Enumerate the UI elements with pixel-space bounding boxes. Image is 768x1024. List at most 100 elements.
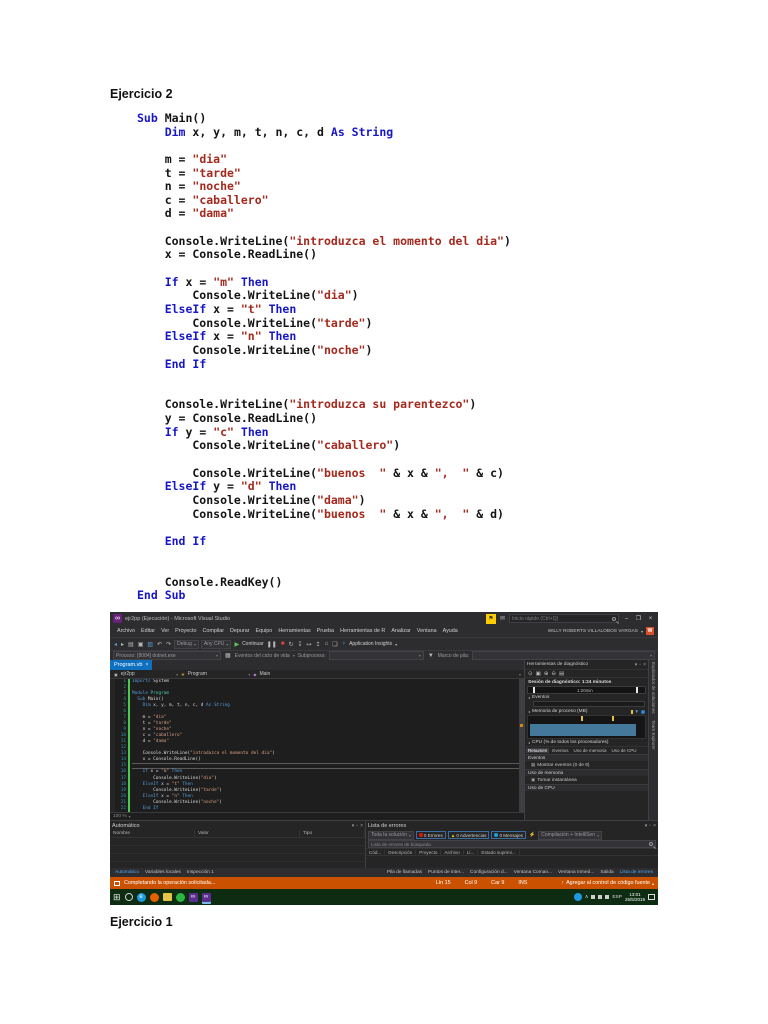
subprocess-dropdown[interactable]: ▾: [328, 651, 424, 660]
application-insights-button[interactable]: Application Insights: [349, 641, 392, 647]
menu-item[interactable]: Ver: [158, 628, 172, 634]
menu-item[interactable]: Analizar: [388, 628, 413, 634]
navigate-back-icon[interactable]: ◂: [113, 641, 118, 648]
source-control-button[interactable]: Agregar al control de código fuente: [566, 880, 650, 886]
column-header[interactable]: Estado suprimi...: [478, 849, 520, 855]
messages-filter-button[interactable]: 0 Mensajes: [491, 831, 526, 839]
restore-button[interactable]: ❒: [634, 615, 643, 622]
memory-section-header[interactable]: ◂ Memoria de proceso (MB) ▼: [525, 708, 648, 715]
user-account[interactable]: WILLY ROBERTS VILLALOBOS VARGAS ▾ W: [548, 627, 654, 635]
menu-item[interactable]: Equipo: [253, 628, 276, 634]
process-dropdown[interactable]: Proceso: [8084] dotnet.exe ▾: [113, 651, 221, 660]
menu-item[interactable]: Ayuda: [440, 628, 461, 634]
lifecycle-events-dropdown[interactable]: Eventos del ciclo de vida: [235, 653, 290, 659]
diagnostics-tab[interactable]: Resumen: [526, 748, 550, 753]
filter-icon[interactable]: ▼: [427, 653, 435, 659]
menu-item[interactable]: Prueba: [314, 628, 337, 634]
application-insights-icon[interactable]: ♀: [341, 641, 348, 647]
edge-icon[interactable]: e: [136, 892, 146, 902]
visual-studio-taskbar-icon-active[interactable]: ∞: [201, 892, 211, 902]
tab-solution-explorer[interactable]: Explorador de soluciones: [651, 662, 656, 714]
minimize-button[interactable]: –: [622, 616, 631, 622]
window-position-icon[interactable]: ▾: [352, 823, 355, 829]
error-search-input[interactable]: Lista de errores de búsqueda: [368, 840, 656, 848]
solution-platform-dropdown[interactable]: Any CPU ▾: [200, 639, 232, 649]
reset-view-icon[interactable]: ▤: [559, 671, 564, 677]
whatsapp-icon[interactable]: [175, 892, 185, 902]
language-indicator[interactable]: ESP: [612, 895, 622, 900]
close-icon[interactable]: ×: [360, 823, 363, 829]
column-header[interactable]: Cód...: [366, 849, 386, 855]
panel-tab[interactable]: Inspección 1: [184, 870, 217, 875]
find-icon[interactable]: ⌂: [324, 641, 330, 647]
diagnostics-tab[interactable]: Eventos: [550, 748, 570, 753]
pin-icon[interactable]: ▫: [356, 823, 358, 829]
step-over-icon[interactable]: ↦: [306, 641, 313, 648]
intellisense-icon[interactable]: ⚡: [528, 832, 536, 838]
events-section-header[interactable]: ◂ Eventos: [525, 694, 648, 701]
warnings-filter-button[interactable]: ▲ 0 Advertencias: [447, 831, 490, 839]
panel-tab[interactable]: Automático: [112, 870, 142, 875]
menu-item[interactable]: Herramientas de R: [337, 628, 388, 634]
file-explorer-icon[interactable]: [162, 893, 172, 901]
menu-item[interactable]: Proyecto: [172, 628, 199, 634]
send-feedback-icon[interactable]: ✉: [499, 615, 506, 622]
diagnostics-tab[interactable]: Uso de memoria: [572, 748, 609, 753]
taskbar-clock[interactable]: 13:01 25/5/2019: [625, 892, 645, 902]
panel-tab[interactable]: Variables locales: [142, 870, 184, 875]
close-icon[interactable]: ×: [643, 662, 646, 668]
chevron-up-icon[interactable]: ▴: [652, 881, 654, 886]
show-hidden-icons-chevron[interactable]: ∧: [585, 894, 589, 900]
pin-icon[interactable]: ▫: [639, 662, 641, 668]
column-header[interactable]: Lí...: [464, 849, 479, 855]
editor-scrollbar[interactable]: [519, 679, 524, 812]
zoom-level[interactable]: 100 %: [113, 814, 127, 819]
close-button[interactable]: ×: [646, 616, 655, 622]
stop-debugging-icon[interactable]: ■: [280, 641, 286, 647]
redo-icon[interactable]: ↷: [165, 641, 172, 648]
notifications-flag-icon[interactable]: ⚑: [485, 613, 496, 624]
zoom-out-icon[interactable]: ⊖: [551, 671, 556, 677]
panel-tab[interactable]: Configuración d...: [467, 870, 511, 875]
firefox-icon[interactable]: [149, 892, 159, 902]
menu-item[interactable]: Compilar: [199, 628, 227, 634]
panel-tab[interactable]: Ventana Inmed...: [555, 870, 597, 875]
open-file-icon[interactable]: ▣: [137, 641, 145, 648]
panel-tab[interactable]: Salida: [597, 870, 616, 875]
settings-gear-icon[interactable]: ⊙: [528, 671, 533, 677]
action-center-icon[interactable]: [648, 894, 655, 900]
continue-button[interactable]: Continuar: [242, 641, 264, 647]
quick-launch-search-input[interactable]: Inicio rápido (Ctrl+Q): [509, 614, 619, 623]
column-header[interactable]: Valor: [195, 830, 300, 837]
panel-tab[interactable]: Pila de llamadas: [384, 870, 425, 875]
step-into-icon[interactable]: ↧: [296, 641, 303, 648]
select-tools-icon[interactable]: ▣: [536, 671, 541, 677]
close-icon[interactable]: ×: [653, 823, 656, 829]
diagnostics-timeline[interactable]: 1:20min: [527, 686, 646, 694]
cpu-section-header[interactable]: ◂ CPU (% de todos los procesadores): [525, 739, 648, 746]
panel-tab[interactable]: Ventana Coman...: [511, 870, 555, 875]
breadcrumb-class[interactable]: ▾ ❖ Program: [176, 671, 207, 677]
restart-icon[interactable]: ↻: [287, 641, 294, 648]
tab-program-vb[interactable]: Program.vb ×: [110, 660, 153, 670]
column-header[interactable]: Archivo: [441, 849, 464, 855]
tray-icon[interactable]: [591, 895, 596, 899]
cortana-search-button[interactable]: [124, 893, 133, 901]
column-header[interactable]: Nombre: [110, 830, 195, 837]
solution-configuration-dropdown[interactable]: Debug ▾: [174, 639, 199, 649]
errors-filter-button[interactable]: 0 Errores: [415, 831, 446, 839]
tray-browser-icon[interactable]: [573, 893, 582, 901]
scope-dropdown[interactable]: Toda la solución ▾: [368, 830, 414, 840]
autos-grid[interactable]: [110, 838, 365, 868]
save-icon[interactable]: ▥: [146, 641, 154, 648]
tray-icon[interactable]: [598, 895, 603, 899]
stack-frame-dropdown[interactable]: ▾: [472, 651, 655, 660]
snapshot-dot-icon[interactable]: [641, 709, 645, 714]
diagnostics-tab[interactable]: Uso de CPU: [610, 748, 639, 753]
breadcrumb-project[interactable]: ▣ ejr2pp: [113, 671, 135, 677]
close-tab-icon[interactable]: ×: [145, 662, 148, 668]
window-position-icon[interactable]: ▾: [645, 823, 648, 829]
step-out-icon[interactable]: ↥: [315, 641, 322, 648]
undo-icon[interactable]: ↶: [156, 641, 163, 648]
take-snapshot-link[interactable]: ▣ Tomar instantánea: [525, 776, 648, 784]
